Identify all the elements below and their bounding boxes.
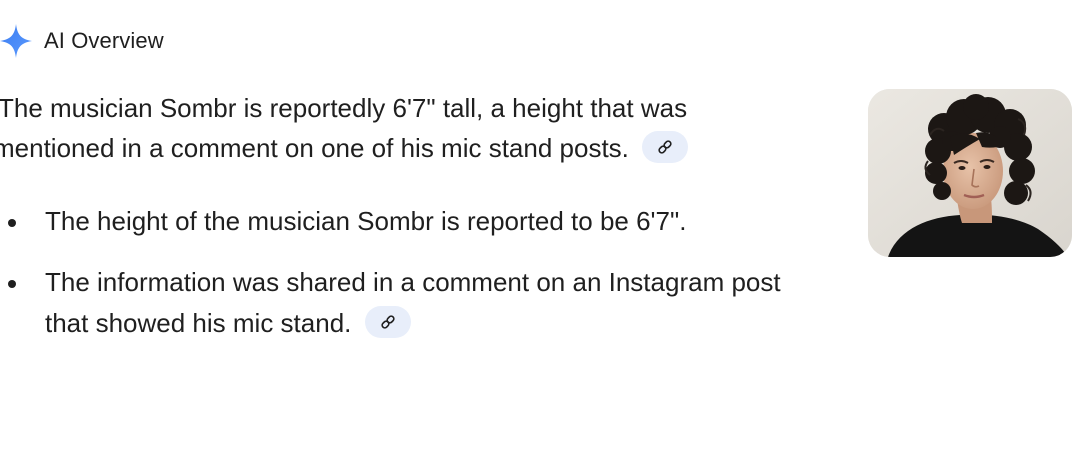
bullet-icon <box>8 219 16 227</box>
summary-line-1: The musician Sombr is reportedly 6'7" ta… <box>0 93 688 123</box>
sparkle-icon <box>0 24 32 58</box>
source-link-button[interactable] <box>364 306 411 339</box>
source-link-button[interactable] <box>642 131 689 164</box>
list-item: The information was shared in a comment … <box>0 262 840 344</box>
overview-bullet-list: The height of the musician Sombr is repo… <box>0 201 840 344</box>
musician-photo[interactable] <box>868 89 1072 257</box>
summary-line-2: mentioned in a comment on one of his mic… <box>0 133 629 163</box>
bullet-text: The height of the musician Sombr is repo… <box>45 206 687 236</box>
ai-overview-title: AI Overview <box>44 28 164 53</box>
bullet-text-line-1: The information was shared in a comment … <box>45 267 781 297</box>
ai-overview-header: AI Overview <box>0 22 164 60</box>
link-icon <box>658 140 672 154</box>
bullet-text-line-2: that showed his mic stand. <box>45 308 352 338</box>
list-item: The height of the musician Sombr is repo… <box>0 201 840 242</box>
bullet-icon <box>8 280 16 288</box>
link-icon <box>380 315 395 329</box>
portrait-image <box>868 89 1072 257</box>
overview-summary: The musician Sombr is reportedly 6'7" ta… <box>0 88 760 168</box>
